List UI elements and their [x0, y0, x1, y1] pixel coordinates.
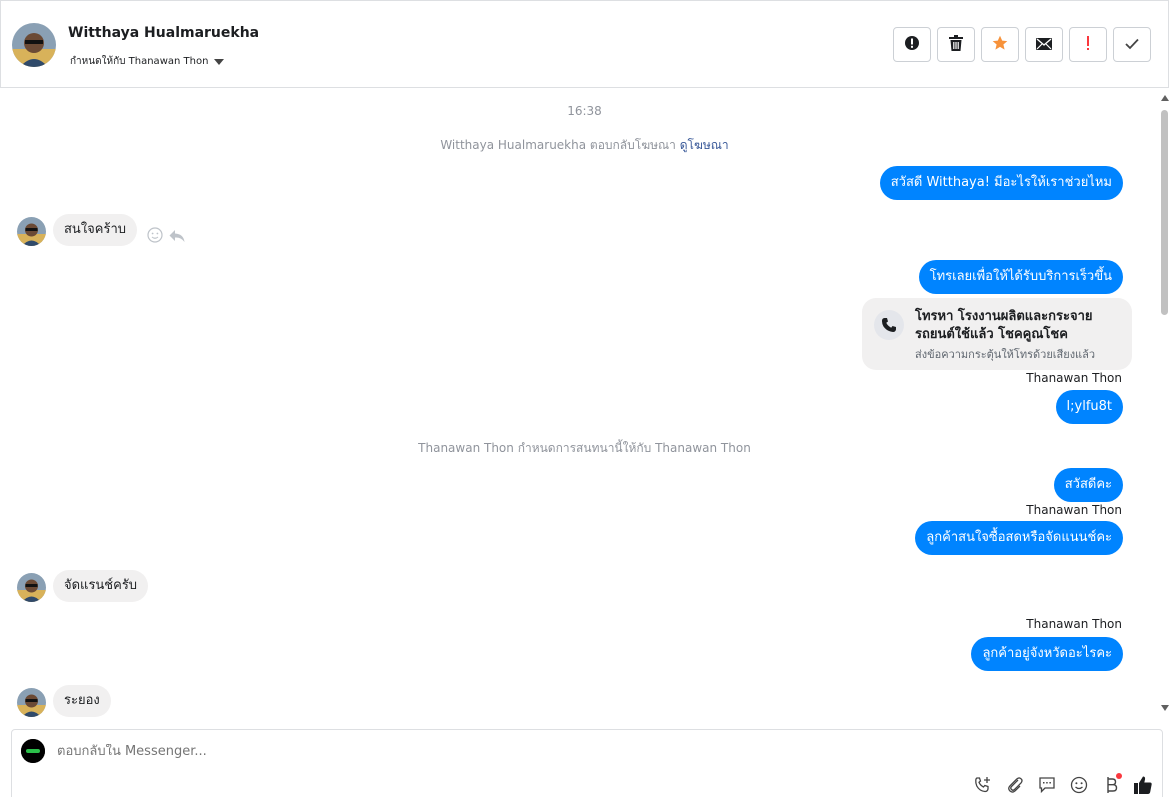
follow-up-button[interactable]	[1069, 27, 1107, 62]
payment-icon[interactable]	[1100, 773, 1122, 796]
contact-avatar-small	[17, 688, 46, 717]
conversation-actions	[893, 27, 1151, 62]
star-button[interactable]	[981, 27, 1019, 62]
mark-done-button[interactable]	[1113, 27, 1151, 62]
saved-reply-icon[interactable]	[1036, 774, 1058, 796]
message-hover-actions	[147, 227, 185, 247]
envelope-icon	[1036, 35, 1052, 54]
react-emoji-icon[interactable]	[147, 227, 163, 247]
mark-unread-button[interactable]	[1025, 27, 1063, 62]
like-icon[interactable]	[1132, 774, 1154, 796]
thread-scrollbar[interactable]	[1160, 92, 1169, 714]
emoji-icon[interactable]	[1068, 774, 1090, 796]
chevron-down-icon	[214, 58, 225, 65]
scroll-down-arrow[interactable]	[1161, 705, 1169, 711]
conversation-header: Witthaya Hualmaruekha กำหนดให้กับ Thanaw…	[0, 0, 1169, 88]
page-avatar	[21, 739, 45, 763]
composer-toolbar	[972, 773, 1154, 796]
ad-reply-text: Witthaya Hualmaruekha ตอบกลับโฆษณา	[440, 138, 676, 152]
reply-icon[interactable]	[169, 228, 185, 247]
exclamation-icon	[1085, 35, 1091, 55]
assign-dropdown[interactable]: กำหนดให้กับ Thanawan Thon	[70, 54, 225, 69]
message-composer	[11, 729, 1163, 797]
outgoing-message[interactable]: ลูกค้าอยู่จังหวัดอะไรคะ	[971, 637, 1123, 671]
call-add-icon[interactable]	[972, 774, 994, 796]
outgoing-message[interactable]: สวัสดีคะ	[1053, 468, 1123, 502]
contact-name[interactable]: Witthaya Hualmaruekha	[68, 25, 259, 41]
call-card-title: โทรหา โรงงานผลิตและกระจายรถยนต์ใช้แล้ว โ…	[915, 309, 1093, 342]
call-card-subtitle: ส่งข้อความกระตุ้นให้โทรด้วยเสียงแล้ว	[915, 348, 1096, 361]
scroll-thumb[interactable]	[1161, 110, 1168, 315]
reply-input[interactable]	[57, 744, 857, 759]
phone-icon	[874, 310, 904, 340]
sender-name: Thanawan Thon	[1026, 503, 1122, 517]
trash-icon	[949, 34, 963, 55]
notification-dot	[1116, 773, 1122, 779]
outgoing-message[interactable]: l;ylfu8t	[1055, 390, 1123, 424]
check-icon	[1125, 35, 1139, 54]
spam-icon	[904, 35, 920, 55]
contact-avatar-small	[17, 217, 46, 246]
contact-avatar[interactable]	[12, 23, 56, 67]
ad-reply-note: Witthaya Hualmaruekha ตอบกลับโฆษณา ดูโฆษ…	[0, 136, 1169, 155]
outgoing-message[interactable]: ลูกค้าสนใจซื้อสดหรือจัดแนนช์คะ	[915, 521, 1123, 555]
contact-avatar-small	[17, 573, 46, 602]
scroll-up-arrow[interactable]	[1161, 95, 1169, 101]
outgoing-message[interactable]: สวัสดี Witthaya! มีอะไรให้เราช่วยไหม	[879, 166, 1123, 200]
sender-name: Thanawan Thon	[1026, 371, 1122, 385]
incoming-message[interactable]: จัดแรนช์ครับ	[53, 570, 149, 602]
attach-icon[interactable]	[1004, 774, 1026, 796]
assignment-note: Thanawan Thon กำหนดการสนทนานี้ให้กับ Tha…	[418, 441, 751, 455]
outgoing-message[interactable]: โทรเลยเพื่อให้ได้รับบริการเร็วขึ้น	[918, 260, 1123, 294]
call-button-card[interactable]: โทรหา โรงงานผลิตและกระจายรถยนต์ใช้แล้ว โ…	[862, 298, 1132, 370]
incoming-message[interactable]: สนใจคร้าบ	[53, 214, 138, 246]
star-icon	[992, 35, 1008, 55]
mark-spam-button[interactable]	[893, 27, 931, 62]
delete-button[interactable]	[937, 27, 975, 62]
incoming-message[interactable]: ระยอง	[53, 685, 111, 717]
message-timestamp: 16:38	[567, 104, 602, 118]
assigned-label: กำหนดให้กับ Thanawan Thon	[70, 56, 209, 67]
sender-name: Thanawan Thon	[1026, 617, 1122, 631]
view-ad-link[interactable]: ดูโฆษณา	[680, 138, 729, 152]
message-thread: 16:38 Witthaya Hualmaruekha ตอบกลับโฆษณา…	[0, 88, 1160, 728]
